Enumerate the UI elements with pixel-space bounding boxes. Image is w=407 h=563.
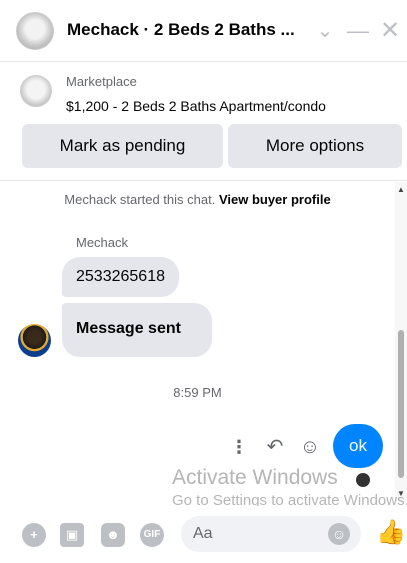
message-composer: + ▣ ☻ GIF ☺ 👍 xyxy=(0,506,407,563)
listing-thumbnail[interactable] xyxy=(20,75,52,107)
more-options-button[interactable]: More options xyxy=(228,124,402,168)
sender-name: Mechack xyxy=(76,235,129,250)
chat-started-text: Mechack started this chat. xyxy=(64,192,216,207)
view-buyer-profile-link[interactable]: View buyer profile xyxy=(219,192,331,207)
reply-icon[interactable]: ↶ xyxy=(262,432,288,462)
chat-started-notice: Mechack started this chat. View buyer pr… xyxy=(0,192,395,207)
photo-icon[interactable]: ▣ xyxy=(60,523,84,547)
like-icon[interactable]: 👍 xyxy=(376,519,406,547)
watermark-title: Activate Windows xyxy=(172,466,338,489)
mark-as-pending-button[interactable]: Mark as pending xyxy=(22,124,223,168)
sender-avatar[interactable] xyxy=(18,324,51,357)
minimize-icon[interactable]: — xyxy=(346,16,370,46)
message-input-wrapper: ☺ xyxy=(181,516,361,552)
listing-avatar[interactable] xyxy=(16,12,54,50)
sticker-icon[interactable]: ☻ xyxy=(101,523,125,547)
scroll-up-arrow-icon[interactable]: ▲ xyxy=(397,186,405,194)
incoming-message[interactable]: 2533265618 xyxy=(62,257,179,297)
incoming-message[interactable]: Message sent xyxy=(62,303,212,357)
react-icon[interactable]: ☺ xyxy=(297,432,323,462)
chat-title[interactable]: Mechack · 2 Beds 2 Baths ... xyxy=(67,20,312,40)
activation-watermark: Activate Windows Go to Settings to activ… xyxy=(172,466,407,509)
listing-description[interactable]: $1,200 - 2 Beds 2 Baths Apartment/condo xyxy=(66,98,326,114)
more-icon[interactable]: ⋮ xyxy=(230,432,248,462)
message-thread: Mechack started this chat. View buyer pr… xyxy=(0,182,407,502)
gif-icon[interactable]: GIF xyxy=(140,523,164,547)
message-input[interactable] xyxy=(193,524,313,544)
emoji-icon[interactable]: ☺ xyxy=(328,523,350,545)
chat-header: Mechack · 2 Beds 2 Baths ... ⌄ — ✕ xyxy=(0,0,407,62)
close-icon[interactable]: ✕ xyxy=(378,16,402,46)
chevron-down-icon[interactable]: ⌄ xyxy=(313,16,337,46)
message-timestamp: 8:59 PM xyxy=(173,385,222,400)
add-icon[interactable]: + xyxy=(22,523,46,547)
outgoing-message[interactable]: ok xyxy=(333,424,383,468)
marketplace-listing: Marketplace $1,200 - 2 Beds 2 Baths Apar… xyxy=(0,63,407,181)
scrollbar-thumb[interactable] xyxy=(398,330,404,478)
listing-source: Marketplace xyxy=(66,74,137,89)
